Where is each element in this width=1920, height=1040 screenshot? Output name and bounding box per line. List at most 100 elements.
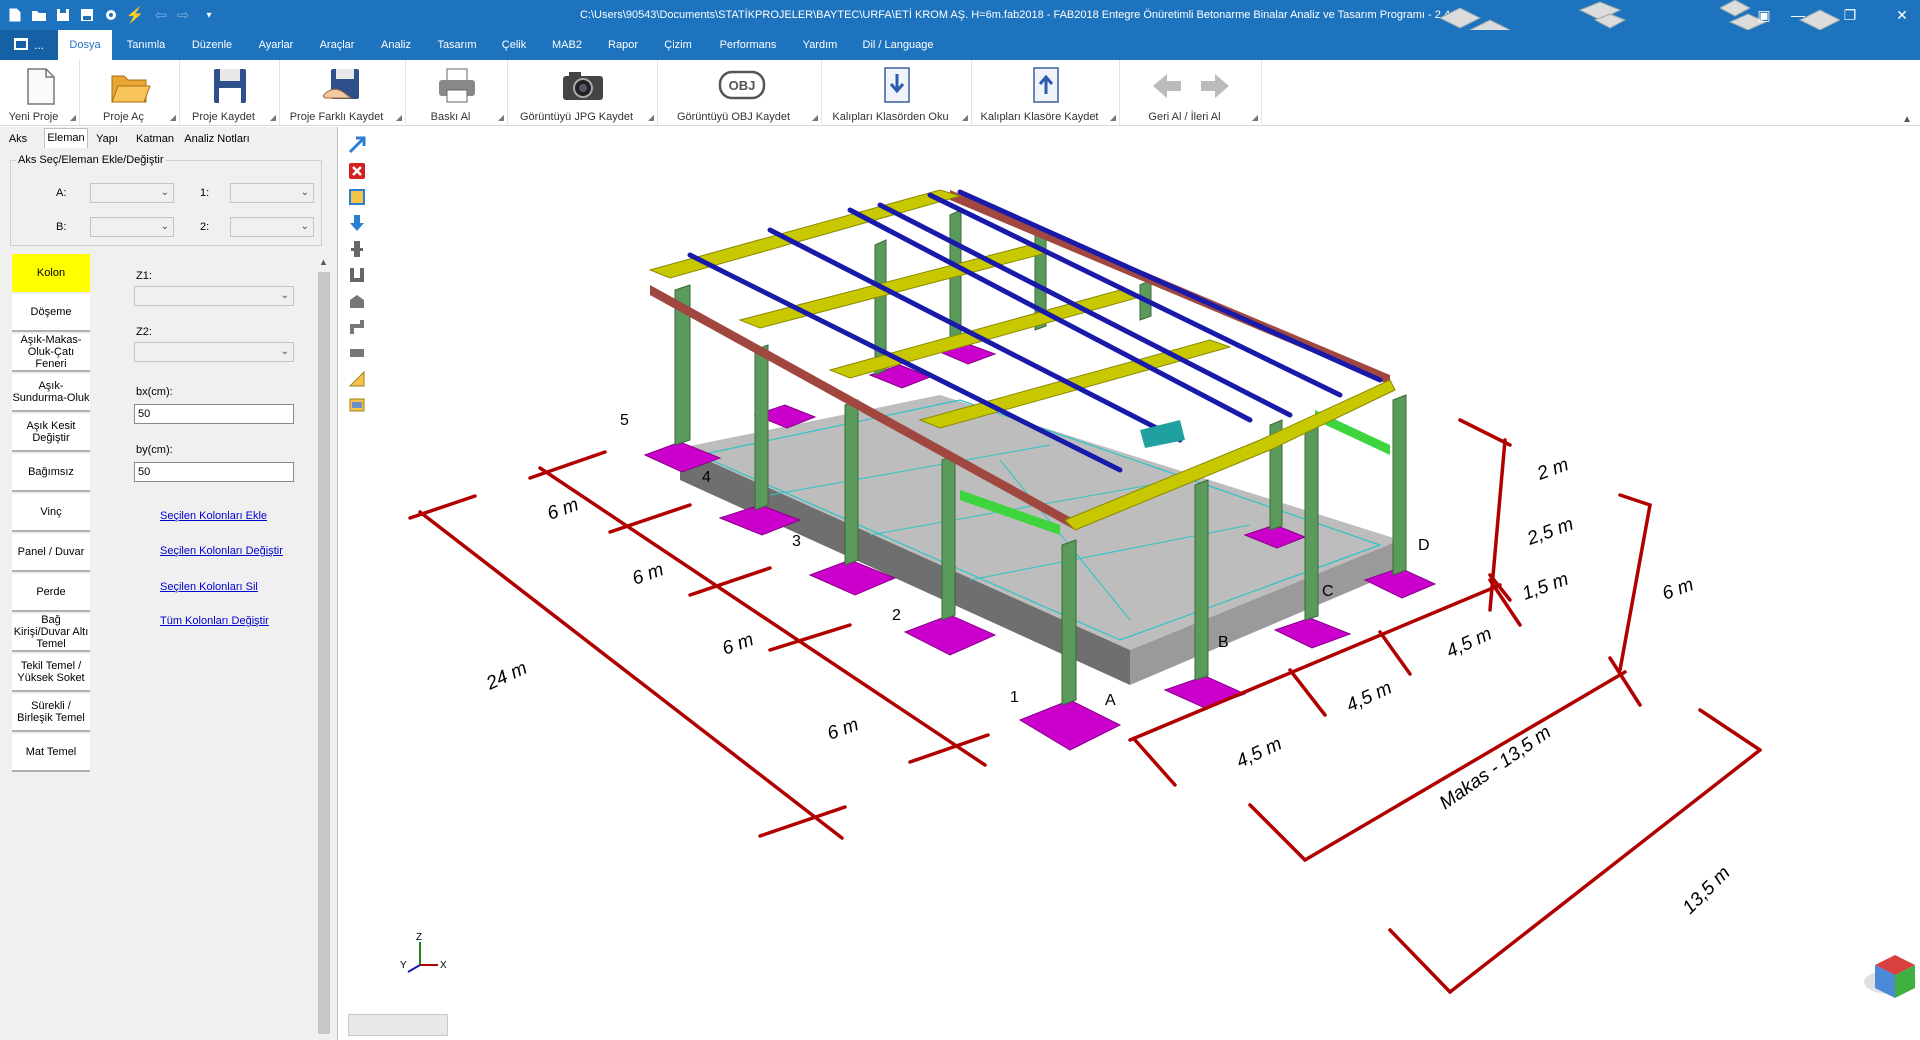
tab-eleman[interactable]: Eleman: [44, 128, 88, 148]
tab-katman[interactable]: Katman: [132, 130, 178, 148]
z1-select[interactable]: ⌄: [134, 286, 294, 306]
ruler-icon[interactable]: [346, 368, 368, 390]
undo-icon[interactable]: ⇦: [150, 4, 172, 26]
gear-icon[interactable]: [100, 4, 122, 26]
ribbon-new-project[interactable]: Yeni Proje ◢: [0, 60, 80, 126]
add-selected-columns-link[interactable]: Seçilen Kolonları Ekle: [160, 510, 267, 522]
minimize-button[interactable]: —: [1786, 4, 1810, 26]
menu-analiz[interactable]: Analiz: [370, 30, 422, 60]
3d-viewport[interactable]: 5 4 3 2 1 A B C D 6 m 6 m 6 m 6 m 24 m 4…: [372, 127, 1920, 1010]
axis-b-select[interactable]: ⌄: [90, 217, 174, 237]
zoom-extents-icon[interactable]: [346, 186, 368, 208]
ribbon-label: Kalıpları Klasöre Kaydet: [980, 111, 1099, 123]
slab-icon[interactable]: [346, 342, 368, 364]
lightning-icon[interactable]: ⚡: [124, 4, 146, 26]
collapse-ribbon-icon[interactable]: ▲: [1902, 114, 1912, 125]
structure-3d-view[interactable]: 5 4 3 2 1 A B C D 6 m 6 m 6 m 6 m 24 m 4…: [372, 127, 1920, 1010]
menu-celik[interactable]: Çelik: [492, 30, 536, 60]
save-icon[interactable]: [52, 4, 74, 26]
ribbon-save-jpg[interactable]: Görüntüyü JPG Kaydet ◢: [508, 60, 658, 126]
side-button-tekil-temel[interactable]: Tekil Temel / Yüksek Soket: [12, 654, 90, 692]
menu-dosya[interactable]: Dosya: [58, 30, 112, 60]
side-button-panel-duvar[interactable]: Panel / Duvar: [12, 534, 90, 572]
side-button-bag-kirisi[interactable]: Bağ Kirişi/Duvar Altı Temel: [12, 614, 90, 652]
tab-yapi[interactable]: Yapı: [92, 130, 122, 148]
arrow-down-icon[interactable]: [346, 212, 368, 234]
tab-aks[interactable]: Aks: [4, 130, 32, 148]
ribbon-save-molds[interactable]: Kalıpları Klasöre Kaydet ◢: [972, 60, 1120, 126]
launcher-icon[interactable]: ◢: [1252, 113, 1258, 122]
layers-icon[interactable]: [346, 394, 368, 416]
menu-duzenle[interactable]: Düzenle: [180, 30, 244, 60]
ribbon-save-as-project[interactable]: Proje Farklı Kaydet ◢: [280, 60, 406, 126]
ribbon-print[interactable]: Baskı Al ◢: [406, 60, 508, 126]
menu-yardim[interactable]: Yardım: [792, 30, 848, 60]
ribbon-undo-redo[interactable]: Geri Al / İleri Al ◢: [1120, 60, 1262, 126]
u-section-icon[interactable]: [346, 264, 368, 286]
change-selected-columns-link[interactable]: Seçilen Kolonları Değiştir: [160, 545, 283, 557]
side-button-asik-makas[interactable]: Aşık-Makas-Oluk-Çatı Feneri: [12, 334, 90, 372]
launcher-icon[interactable]: ◢: [396, 113, 402, 122]
close-button[interactable]: ✕: [1890, 4, 1914, 26]
menu-mab2[interactable]: MAB2: [540, 30, 594, 60]
z2-select[interactable]: ⌄: [134, 342, 294, 362]
truss-1: [648, 189, 962, 279]
redo-icon[interactable]: ⇨: [172, 4, 194, 26]
side-button-perde[interactable]: Perde: [12, 574, 90, 612]
bx-input[interactable]: 50: [134, 404, 294, 424]
side-button-vinc[interactable]: Vinç: [12, 494, 90, 532]
change-all-columns-link[interactable]: Tüm Kolonları Değiştir: [160, 615, 269, 627]
menu-tasarim[interactable]: Tasarım: [426, 30, 488, 60]
side-button-kolon[interactable]: Kolon: [12, 254, 90, 292]
menu-tanimla[interactable]: Tanımla: [116, 30, 176, 60]
axis-2-select[interactable]: ⌄: [230, 217, 314, 237]
side-button-asik-kesit[interactable]: Aşık Kesit Değiştir: [12, 414, 90, 452]
delete-icon[interactable]: [346, 160, 368, 182]
side-button-bagimsiz[interactable]: Bağımsız: [12, 454, 90, 492]
menu-araclar[interactable]: Araçlar: [308, 30, 366, 60]
menu-language[interactable]: Dil / Language: [852, 30, 944, 60]
roof-section-icon[interactable]: [346, 290, 368, 312]
launcher-icon[interactable]: ◢: [498, 113, 504, 122]
scrollbar-thumb[interactable]: [318, 272, 330, 1034]
delete-selected-columns-link[interactable]: Seçilen Kolonları Sil: [160, 581, 258, 593]
app-menu-button[interactable]: ...: [0, 30, 58, 60]
menu-cizim[interactable]: Çizim: [652, 30, 704, 60]
chevron-down-icon: ⌄: [300, 221, 309, 232]
launcher-icon[interactable]: ◢: [270, 113, 276, 122]
customize-dropdown-icon[interactable]: ▾: [198, 4, 220, 26]
open-folder-icon[interactable]: [28, 4, 50, 26]
ribbon-open-project[interactable]: Proje Aç ◢: [80, 60, 180, 126]
left-panel-scrollbar[interactable]: ▲: [316, 256, 332, 1036]
tab-analiz-notlari[interactable]: Analiz Notları: [182, 130, 252, 148]
column-section-icon[interactable]: [346, 238, 368, 260]
launcher-icon[interactable]: ◢: [1110, 113, 1116, 122]
ribbon-save-obj[interactable]: OBJ Görüntüyü OBJ Kaydet ◢: [658, 60, 822, 126]
menu-rapor[interactable]: Rapor: [598, 30, 648, 60]
restore-button[interactable]: ❐: [1838, 4, 1862, 26]
launcher-icon[interactable]: ◢: [962, 113, 968, 122]
launcher-icon[interactable]: ◢: [812, 113, 818, 122]
launcher-icon[interactable]: ◢: [70, 113, 76, 122]
ribbon-display-button[interactable]: ▣: [1752, 4, 1776, 26]
menu-ayarlar[interactable]: Ayarlar: [248, 30, 304, 60]
ribbon-read-molds[interactable]: Kalıpları Klasörden Oku ◢: [822, 60, 972, 126]
new-file-icon[interactable]: [4, 4, 26, 26]
launcher-icon[interactable]: ◢: [170, 113, 176, 122]
menu-performans[interactable]: Performans: [708, 30, 788, 60]
launcher-icon[interactable]: ◢: [648, 113, 654, 122]
step-section-icon[interactable]: [346, 316, 368, 338]
by-input[interactable]: 50: [134, 462, 294, 482]
axis-a-select[interactable]: ⌄: [90, 183, 174, 203]
bx-label: bx(cm):: [136, 386, 173, 398]
scroll-up-icon[interactable]: ▲: [319, 257, 328, 267]
select-arrow-icon[interactable]: [346, 134, 368, 156]
ribbon-save-project[interactable]: Proje Kaydet ◢: [180, 60, 280, 126]
side-button-asik-sundurma[interactable]: Aşık-Sundurma-Oluk: [12, 374, 90, 412]
side-button-doseme[interactable]: Döşeme: [12, 294, 90, 332]
side-button-mat-temel[interactable]: Mat Temel: [12, 734, 90, 772]
view-cube-icon[interactable]: [1864, 955, 1916, 998]
save-as-icon[interactable]: [76, 4, 98, 26]
axis-1-select[interactable]: ⌄: [230, 183, 314, 203]
side-button-surekli-temel[interactable]: Sürekli / Birleşik Temel: [12, 694, 90, 732]
